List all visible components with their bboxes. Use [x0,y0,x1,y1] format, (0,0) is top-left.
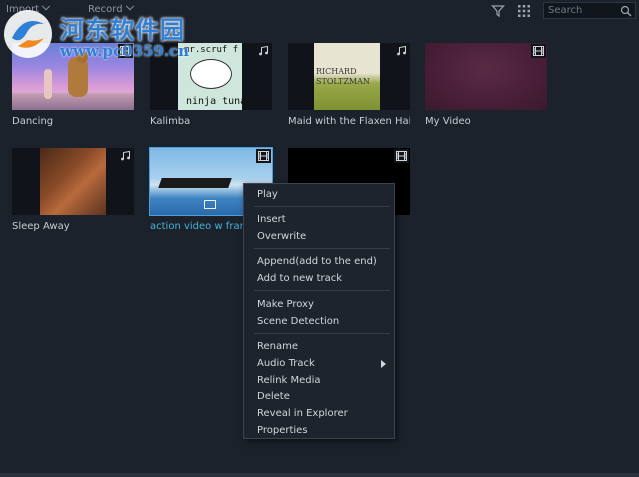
album-text-top: mr.scruf f [184,45,239,55]
audio-badge [118,149,133,163]
chevron-down-icon [125,1,134,11]
chevron-down-icon [41,1,51,11]
film-icon [120,46,131,56]
menu-item-properties[interactable]: Properties [257,424,392,438]
context-menu: Play Insert Overwrite Append(add to the … [243,183,395,439]
menu-item-play[interactable]: Play [257,188,392,202]
record-menu[interactable]: Record [88,1,134,15]
media-label: My Video [425,116,471,127]
menu-item-add-to-new-track[interactable]: Add to new track [257,272,392,286]
album-text-top: RICHARD [316,67,357,76]
thumbnail-figure [76,51,88,63]
search-field[interactable] [543,2,636,19]
media-item-my-video[interactable]: My Video [425,43,547,127]
menu-item-reveal-in-explorer[interactable]: Reveal in Explorer [257,407,392,421]
music-note-icon [397,46,406,56]
menu-separator [254,248,390,249]
media-item-kalimba[interactable]: mr.scruf f ninja tuna Kalimba [150,43,272,127]
thumbnail-wave [158,178,232,188]
album-text-bottom: STOLTZMAN [316,77,370,86]
search-icon[interactable] [620,5,632,17]
menu-item-overwrite[interactable]: Overwrite [257,230,392,244]
menu-item-rename[interactable]: Rename [257,340,392,354]
media-library-window: Import Record Search Dancing mr.scruf f … [0,0,639,477]
thumbnail-frame [204,200,216,209]
video-badge [531,44,546,58]
audio-badge [256,44,271,58]
audio-badge [394,44,409,58]
toolbar: Import Record [0,0,639,24]
menu-item-delete[interactable]: Delete [257,390,392,404]
music-note-icon [121,151,130,161]
thumbnail-blob [190,59,232,89]
media-thumbnail [425,43,547,110]
album-text-bottom: ninja tuna [186,96,247,107]
menu-item-insert[interactable]: Insert [257,213,392,227]
menu-item-label: Audio Track [257,358,315,369]
search-input[interactable] [544,3,616,18]
media-label: Dancing [12,116,54,127]
menu-item-relink-media[interactable]: Relink Media [257,374,392,388]
film-icon [396,151,407,161]
record-label: Record [88,4,123,15]
menu-item-append[interactable]: Append(add to the end) [257,255,392,269]
thumbnail-image [425,43,547,110]
thumbnail-figure [68,57,88,97]
menu-item-audio-track[interactable]: Audio Track [257,357,392,371]
media-thumbnail [12,148,134,215]
submenu-arrow-icon [381,360,386,368]
film-icon [258,151,269,161]
menu-item-make-proxy[interactable]: Make Proxy [257,298,392,312]
media-item-dancing[interactable]: Dancing [12,43,134,127]
grid-view-icon[interactable] [517,4,531,18]
filter-icon[interactable] [491,4,505,18]
media-label: Maid with the Flaxen Hair [288,116,410,127]
menu-separator [254,206,390,207]
media-item-maid-with-the-flaxen-hair[interactable]: RICHARD STOLTZMAN Maid with the Flaxen H… [288,43,410,127]
video-badge [394,149,409,163]
bottom-divider [0,473,639,477]
import-label: Import [6,4,40,15]
thumbnail-figure [44,69,52,99]
menu-separator [254,333,390,334]
thumbnail-image [40,148,106,215]
media-thumbnail: RICHARD STOLTZMAN [288,43,410,110]
film-icon [533,46,544,56]
media-thumbnail: mr.scruf f ninja tuna [150,43,272,110]
media-label: Sleep Away [12,221,70,232]
video-badge [118,44,133,58]
media-label: Kalimba [150,116,191,127]
menu-separator [254,290,390,291]
import-menu[interactable]: Import [6,1,51,15]
media-thumbnail [12,43,134,110]
music-note-icon [259,46,268,56]
media-item-sleep-away[interactable]: Sleep Away [12,148,134,232]
menu-item-scene-detection[interactable]: Scene Detection [257,315,392,329]
video-badge [256,149,271,163]
